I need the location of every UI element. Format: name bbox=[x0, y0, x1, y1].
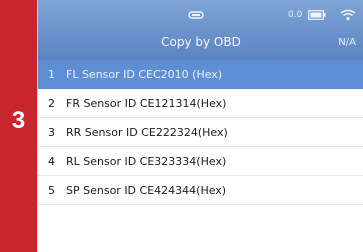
list-item-text: FL Sensor ID CEC2010 (Hex) bbox=[66, 68, 223, 81]
wifi-icon bbox=[340, 9, 356, 21]
battery-icon bbox=[308, 10, 326, 20]
list-item-index: 4 bbox=[48, 155, 55, 168]
list-item-text: RR Sensor ID CE222324(Hex) bbox=[66, 126, 228, 139]
sensor-list-item[interactable]: 1 FL Sensor ID CEC2010 (Hex) bbox=[38, 60, 363, 89]
list-item-text: FR Sensor ID CE121314(Hex) bbox=[66, 97, 227, 110]
header-right-label: N/A bbox=[338, 37, 356, 48]
list-item-index: 3 bbox=[48, 126, 55, 139]
step-number: 3 bbox=[11, 107, 26, 134]
list-item-text: RL Sensor ID CE323334(Hex) bbox=[66, 155, 227, 168]
list-item-index: 5 bbox=[48, 184, 55, 197]
sensor-list-item[interactable]: 3 RR Sensor ID CE222324(Hex) bbox=[38, 118, 363, 147]
sensor-list-item[interactable]: 4 RL Sensor ID CE323334(Hex) bbox=[38, 147, 363, 176]
bluetooth-icon bbox=[188, 11, 204, 19]
device-screen: 0.0 Copy by OBD N/A 1 FL Sensor ID CEC20… bbox=[37, 0, 363, 252]
sensor-list-item[interactable]: 2 FR Sensor ID CE121314(Hex) bbox=[38, 89, 363, 118]
step-badge: 3 bbox=[0, 0, 37, 252]
sensor-list-item[interactable]: 5 SP Sensor ID CE424344(Hex) bbox=[38, 176, 363, 205]
page-title: Copy by OBD bbox=[161, 35, 241, 49]
header-bar: 0.0 Copy by OBD N/A bbox=[38, 0, 363, 60]
list-item-text: SP Sensor ID CE424344(Hex) bbox=[66, 184, 227, 197]
status-bar: 0.0 bbox=[38, 6, 363, 26]
list-item-index: 1 bbox=[48, 68, 55, 81]
list-item-index: 2 bbox=[48, 97, 55, 110]
vci-status-label: 0.0 bbox=[288, 10, 303, 20]
